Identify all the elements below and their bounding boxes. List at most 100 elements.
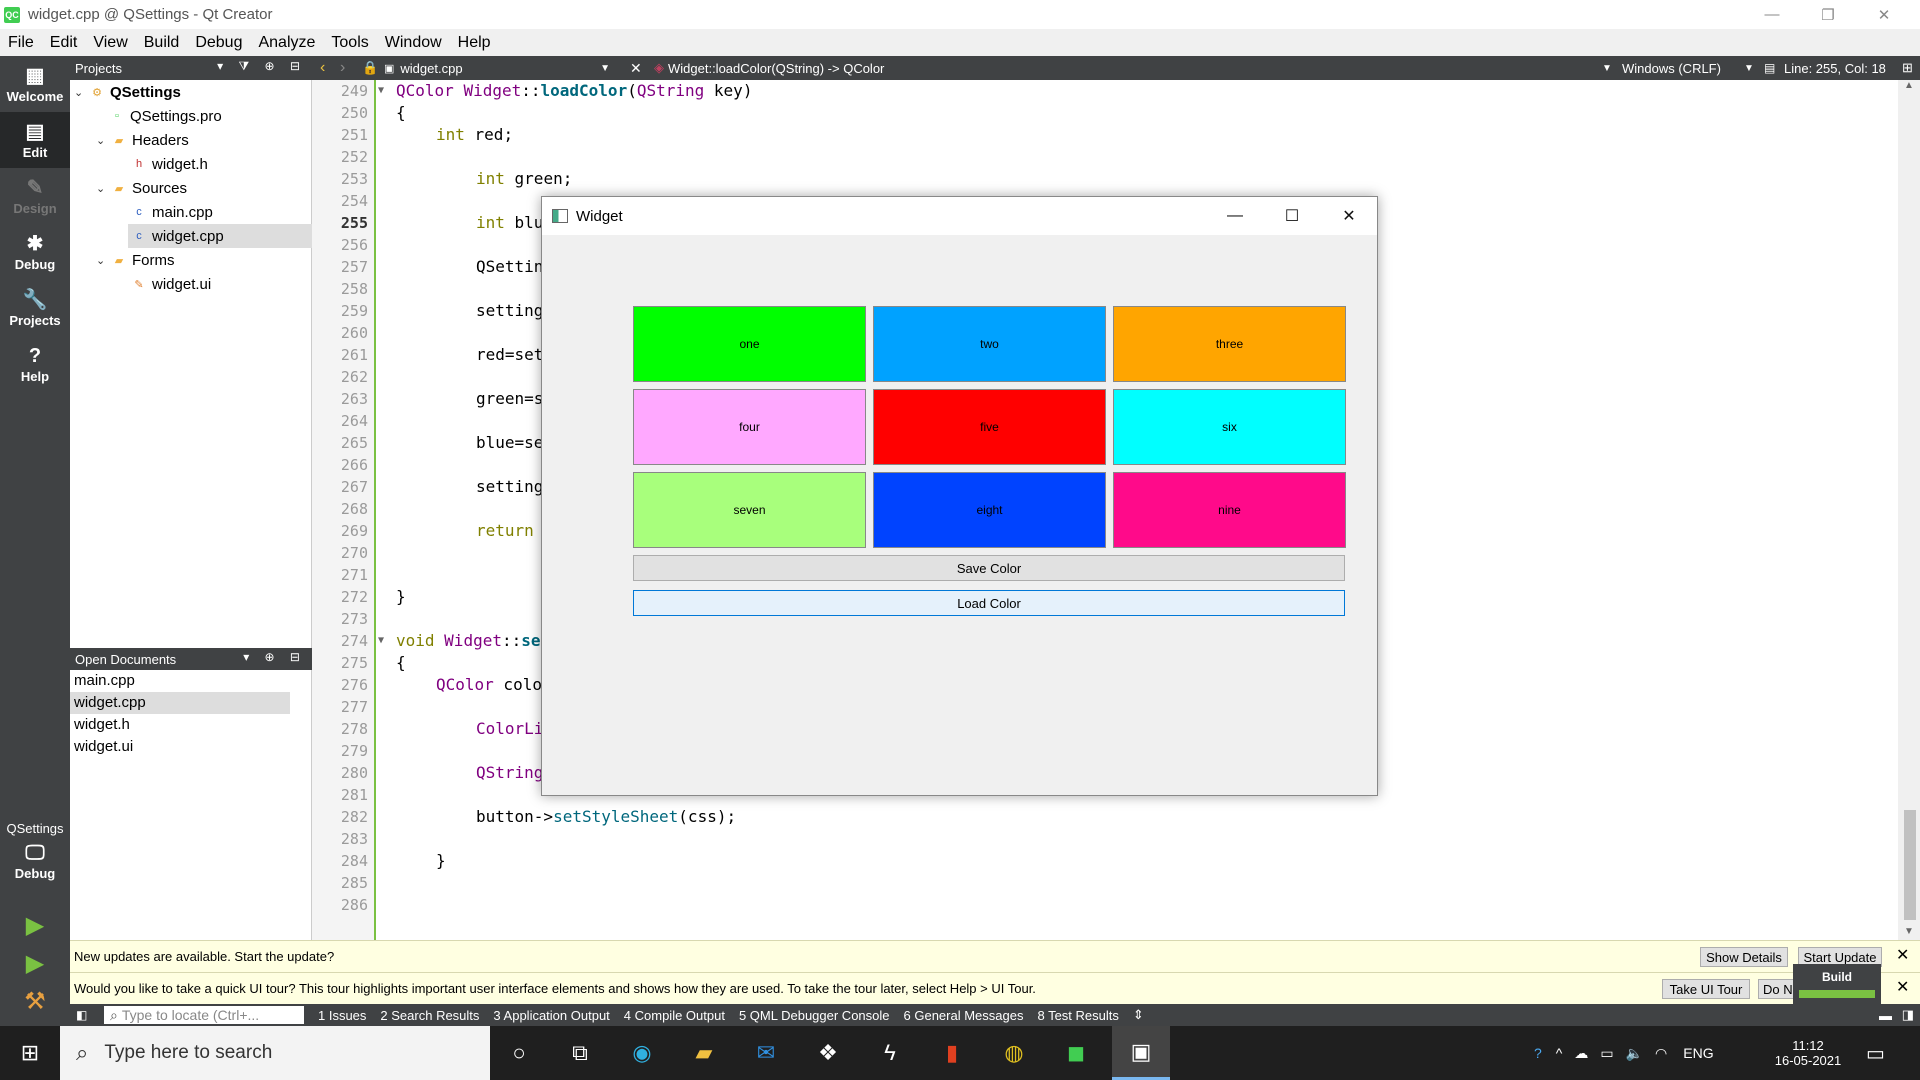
kit-selector[interactable]: QSettings 🖵 Debug [0, 806, 70, 896]
mode-help[interactable]: ? Help [0, 336, 70, 392]
chevron-down-icon[interactable]: ⌄ [96, 254, 112, 267]
menu-debug[interactable]: Debug [187, 34, 250, 52]
chevron-down-icon[interactable]: ▼ [1744, 56, 1754, 80]
chevron-down-icon[interactable]: ⌄ [96, 134, 112, 147]
tree-node-project[interactable]: ⌄ ⚙ QSettings [74, 80, 181, 104]
help-tray-icon[interactable]: ? [1534, 1045, 1542, 1061]
color-button-eight[interactable]: eight [873, 472, 1106, 548]
tree-node-forms[interactable]: ⌄ ▰ Forms [96, 248, 175, 272]
windows-start-button[interactable]: ⊞ [0, 1026, 60, 1080]
projects-pane-title[interactable]: Projects [75, 61, 122, 76]
clock[interactable]: 11:12 16-05-2021 [1762, 1026, 1854, 1080]
wifi-icon[interactable]: ◠ [1655, 1045, 1667, 1062]
color-button-four[interactable]: four [633, 389, 866, 465]
color-button-two[interactable]: two [873, 306, 1106, 382]
tree-node-widget-h[interactable]: h widget.h [132, 152, 208, 176]
tree-node-sources[interactable]: ⌄ ▰ Sources [96, 176, 187, 200]
do-not-show-button[interactable]: Do N [1758, 979, 1794, 999]
fold-marker-icon[interactable]: ▼ [378, 630, 384, 652]
chevron-down-icon[interactable]: ▼ [1602, 56, 1612, 80]
app-bolt-icon[interactable]: ϟ [870, 1033, 910, 1073]
scrollbar-thumb[interactable] [1904, 810, 1916, 920]
debug-run-button[interactable]: ▶ [18, 946, 52, 980]
edge-icon[interactable]: ◉ [622, 1033, 662, 1073]
progress-details-icon[interactable]: ▬ [1879, 1008, 1892, 1023]
file-selector[interactable]: ▣ widget.cpp ▼ [384, 56, 614, 80]
cursor-position[interactable]: Line: 255, Col: 18 [1784, 56, 1886, 80]
menu-edit[interactable]: Edit [42, 34, 86, 52]
color-button-one[interactable]: one [633, 306, 866, 382]
tree-node-main-cpp[interactable]: c main.cpp [132, 200, 213, 224]
symbol-selector[interactable]: ◈ Widget::loadColor(QString) -> QColor [654, 56, 1914, 80]
more-panes-icon[interactable]: ⇕ [1133, 1007, 1144, 1023]
pane-compile-output[interactable]: 4 Compile Output [624, 1008, 725, 1023]
split-editor-icon[interactable]: ⊞ [1902, 56, 1913, 80]
pane-search-results[interactable]: 2 Search Results [380, 1008, 479, 1023]
dropbox-icon[interactable]: ❖ [808, 1033, 848, 1073]
build-button[interactable]: ⚒ [18, 984, 52, 1018]
mode-edit[interactable]: ▤ Edit [0, 112, 70, 168]
qt-creator-taskbar-icon[interactable]: ◼ [1056, 1033, 1096, 1073]
build-progress-popup[interactable]: Build [1793, 964, 1881, 1004]
menu-analyze[interactable]: Analyze [250, 34, 323, 52]
file-explorer-icon[interactable]: ▰ [684, 1033, 724, 1073]
language-indicator[interactable]: ENG [1683, 1045, 1713, 1061]
widget-taskbar-icon[interactable]: ▣ [1112, 1026, 1170, 1080]
task-view-icon[interactable]: ⧉ [560, 1033, 600, 1073]
close-document-icon[interactable]: ✕ [630, 56, 642, 80]
chevron-up-icon[interactable]: ^ [1556, 1045, 1563, 1061]
tree-node-pro[interactable]: ▫ QSettings.pro [110, 104, 222, 128]
pane-header-tools[interactable]: ▾ ⊕ ⊟ [243, 650, 306, 664]
tree-node-widget-ui[interactable]: ✎ widget.ui [132, 272, 211, 296]
menu-window[interactable]: Window [377, 34, 450, 52]
tree-node-widget-cpp[interactable]: c widget.cpp [128, 224, 312, 248]
open-document-item[interactable]: widget.cpp [70, 692, 290, 714]
widget-close-button[interactable]: ✕ [1321, 197, 1377, 235]
widget-minimize-button[interactable]: — [1207, 197, 1263, 235]
open-document-item[interactable]: main.cpp [70, 670, 290, 692]
menu-help[interactable]: Help [450, 34, 499, 52]
chevron-down-icon[interactable]: ⌄ [74, 86, 90, 99]
tree-node-headers[interactable]: ⌄ ▰ Headers [96, 128, 189, 152]
color-button-three[interactable]: three [1113, 306, 1346, 382]
line-ending-selector[interactable]: Windows (CRLF) [1622, 56, 1721, 80]
locator-input[interactable]: ⌕ Type to locate (Ctrl+... [104, 1006, 304, 1024]
tray-icons[interactable]: ? ^ ☁ ▭ 🔈 ◠ ENG [1534, 1026, 1714, 1080]
toggle-right-sidebar-icon[interactable]: ◨ [1902, 1007, 1914, 1023]
close-infobar-icon[interactable]: ✕ [1896, 945, 1909, 965]
pane-general-messages[interactable]: 6 General Messages [904, 1008, 1024, 1023]
close-infobar-icon[interactable]: ✕ [1896, 977, 1909, 997]
pane-application-output[interactable]: 3 Application Output [493, 1008, 609, 1023]
menu-build[interactable]: Build [136, 34, 188, 52]
widget-maximize-button[interactable]: ☐ [1264, 197, 1320, 235]
restore-button[interactable]: ❐ [1800, 0, 1856, 29]
color-button-six[interactable]: six [1113, 389, 1346, 465]
toggle-sidebar-icon[interactable]: ◧ [76, 1008, 87, 1022]
scroll-up-icon[interactable]: ▲ [1904, 80, 1914, 91]
mode-design[interactable]: ✎ Design [0, 168, 70, 224]
cortana-icon[interactable]: ○ [499, 1033, 539, 1073]
editor-scrollbar[interactable]: ▲ ▼ [1898, 80, 1920, 940]
load-color-button[interactable]: Load Color [633, 590, 1345, 616]
color-button-nine[interactable]: nine [1113, 472, 1346, 548]
taskbar-search-box[interactable]: ⌕ Type here to search [60, 1026, 490, 1080]
battery-icon[interactable]: ▭ [1600, 1045, 1613, 1062]
pane-header-tools[interactable]: ▾ ⧩ ⊕ ⊟ [217, 59, 306, 74]
menu-file[interactable]: File [0, 34, 42, 52]
back-arrow-icon[interactable]: ‹ [320, 56, 325, 80]
fold-marker-icon[interactable]: ▼ [378, 80, 384, 102]
color-button-seven[interactable]: seven [633, 472, 866, 548]
mode-debug[interactable]: ✱ Debug [0, 224, 70, 280]
open-document-item[interactable]: widget.ui [70, 736, 290, 758]
open-documents-title[interactable]: Open Documents [75, 652, 176, 667]
volume-icon[interactable]: 🔈 [1626, 1045, 1643, 1062]
menu-tools[interactable]: Tools [323, 34, 376, 52]
cloud-icon[interactable]: ☁ [1574, 1045, 1588, 1062]
mode-welcome[interactable]: ▦ Welcome [0, 56, 70, 112]
scroll-down-icon[interactable]: ▼ [1904, 926, 1914, 937]
chevron-down-icon[interactable]: ⌄ [96, 182, 112, 195]
pane-qml-debugger-console[interactable]: 5 QML Debugger Console [739, 1008, 890, 1023]
mode-projects[interactable]: 🔧 Projects [0, 280, 70, 336]
pane-test-results[interactable]: 8 Test Results [1037, 1008, 1118, 1023]
document-properties-icon[interactable]: ▤ [1764, 56, 1775, 80]
